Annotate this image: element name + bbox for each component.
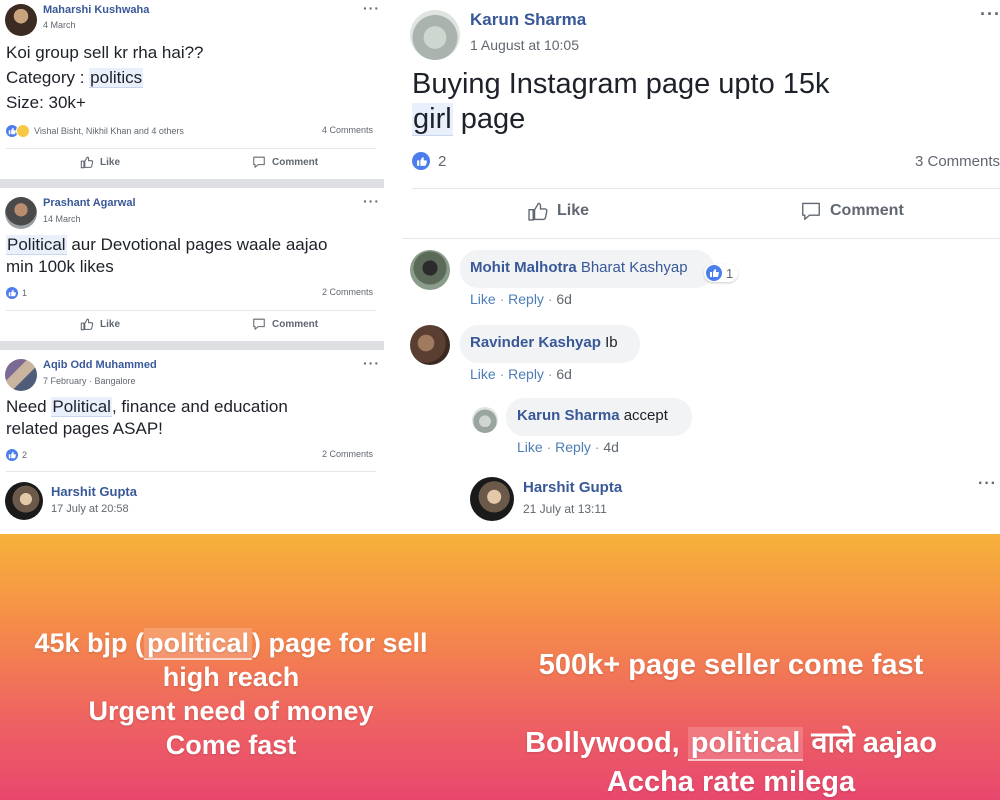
comment-text: Bharat Kashyap xyxy=(580,259,688,276)
comments-count[interactable]: 3 Comments xyxy=(915,153,1000,170)
reactions-summary[interactable]: 1 xyxy=(6,287,27,299)
avatar[interactable] xyxy=(410,250,450,290)
post-author[interactable]: Karun Sharma xyxy=(470,10,586,30)
post-date[interactable]: 14 March xyxy=(43,214,81,224)
left-feed-panel: Maharshi Kushwaha 4 March ··· Koi group … xyxy=(0,0,384,534)
like-reaction-icon xyxy=(706,265,722,281)
comments-count[interactable]: 4 Comments xyxy=(322,125,373,135)
post-text: Buying Instagram page upto 15k girl page xyxy=(412,68,830,136)
reaction-count: 1 xyxy=(726,265,734,281)
post-date[interactable]: 21 July at 13:11 xyxy=(523,502,607,516)
comment-like-link[interactable]: Like xyxy=(470,366,496,382)
post-author[interactable]: Aqib Odd Muhammed xyxy=(43,359,157,371)
left-promo-story: 45k bjp (political) page for sell high r… xyxy=(0,534,462,800)
reactions-summary[interactable]: 2 xyxy=(6,449,27,461)
divider xyxy=(6,310,376,311)
comment-time[interactable]: 6d xyxy=(556,291,572,307)
promo-text: 500k+ page seller come fast Bollywood, p… xyxy=(525,649,937,798)
thumbs-up-icon xyxy=(80,156,94,169)
post-text: Political aur Devotional pages waale aaj… xyxy=(6,235,328,276)
divider xyxy=(412,188,1000,189)
reactions-summary[interactable]: 2 xyxy=(412,152,446,170)
like-reaction-icon xyxy=(412,152,430,170)
avatar[interactable] xyxy=(5,359,37,391)
reactions-count: 2 xyxy=(22,450,28,460)
reactions-count: 2 xyxy=(438,152,447,170)
post-date[interactable]: 4 March xyxy=(43,20,76,30)
more-options-icon[interactable]: ··· xyxy=(978,475,997,493)
post-separator xyxy=(0,179,384,188)
comment-content: Karun Sharma accept xyxy=(517,407,668,424)
haha-reaction-icon xyxy=(16,124,30,138)
post-author[interactable]: Harshit Gupta xyxy=(523,479,622,496)
promo-text: 45k bjp (political) page for sell high r… xyxy=(34,628,428,760)
comment-like-link[interactable]: Like xyxy=(517,439,543,455)
thumbs-up-icon xyxy=(80,318,94,331)
reactions-names: Vishal Bisht, Nikhil Khan and 4 others xyxy=(34,126,184,136)
post-date[interactable]: 17 July at 20:58 xyxy=(51,503,129,515)
comment-like-link[interactable]: Like xyxy=(470,291,496,307)
post-text: Koi group sell kr rha hai?? Category : p… xyxy=(6,43,204,112)
avatar[interactable] xyxy=(470,477,514,521)
avatar[interactable] xyxy=(472,407,498,433)
reactions-count: 1 xyxy=(22,288,28,298)
comment-content: Ravinder Kashyap Ib xyxy=(470,334,618,351)
post-text: Need Political, finance and education re… xyxy=(6,397,288,438)
like-button[interactable]: Like xyxy=(80,317,120,331)
right-promo-story: 500k+ page seller come fast Bollywood, p… xyxy=(462,534,1000,800)
comment-icon xyxy=(802,202,820,220)
comments-count[interactable]: 2 Comments xyxy=(322,287,373,297)
divider xyxy=(6,148,376,149)
avatar[interactable] xyxy=(5,482,43,520)
divider xyxy=(6,471,376,472)
avatar[interactable] xyxy=(410,325,450,365)
like-button[interactable]: Like xyxy=(527,200,589,222)
comment-icon xyxy=(253,156,265,168)
more-options-icon[interactable]: ··· xyxy=(363,0,380,16)
comment-time[interactable]: 6d xyxy=(556,366,572,382)
comment-content: Mohit Malhotra Bharat Kashyap xyxy=(470,259,688,276)
comment-author[interactable]: Mohit Malhotra xyxy=(470,259,577,276)
comment-author[interactable]: Ravinder Kashyap xyxy=(470,334,601,351)
comment-reply-link[interactable]: Reply xyxy=(508,366,544,382)
left-harshit-header: Harshit Gupta 17 July at 20:58 ··· xyxy=(0,474,460,534)
comment-text: Ib xyxy=(605,334,618,351)
more-options-icon[interactable]: ··· xyxy=(363,193,380,209)
post-date[interactable]: 7 February · Bangalore xyxy=(43,376,136,386)
comment-reply-link[interactable]: Reply xyxy=(508,291,544,307)
avatar[interactable] xyxy=(5,197,37,229)
post-date[interactable]: 1 August at 10:05 xyxy=(470,37,579,53)
post-separator xyxy=(0,341,384,350)
reactions-summary[interactable]: Vishal Bisht, Nikhil Khan and 4 others xyxy=(6,124,184,138)
post-author[interactable]: Harshit Gupta xyxy=(51,484,137,499)
comment-text: accept xyxy=(623,407,668,424)
comment-reaction[interactable]: 1 xyxy=(704,264,739,282)
comment-time[interactable]: 4d xyxy=(603,439,619,455)
like-reaction-icon xyxy=(6,449,18,461)
like-button[interactable]: Like xyxy=(80,155,120,169)
comment-actions: Like · Reply · 6d xyxy=(470,291,572,307)
avatar[interactable] xyxy=(5,4,37,36)
comment-icon xyxy=(253,318,265,330)
comment-author[interactable]: Karun Sharma xyxy=(517,407,620,424)
comment-actions: Like · Reply · 4d xyxy=(517,439,619,455)
divider xyxy=(402,238,1000,239)
more-options-icon[interactable]: ··· xyxy=(363,355,380,371)
avatar[interactable] xyxy=(410,10,460,60)
comment-actions: Like · Reply · 6d xyxy=(470,366,572,382)
comment-button[interactable]: Comment xyxy=(252,317,318,331)
more-options-icon[interactable]: ··· xyxy=(980,4,1000,25)
thumbs-up-icon xyxy=(528,202,548,221)
post-author[interactable]: Prashant Agarwal xyxy=(43,197,136,209)
like-reaction-icon xyxy=(6,287,18,299)
comment-button[interactable]: Comment xyxy=(252,155,318,169)
comments-count[interactable]: 2 Comments xyxy=(322,449,373,459)
comment-button[interactable]: Comment xyxy=(800,200,904,222)
post-author[interactable]: Maharshi Kushwaha xyxy=(43,4,149,16)
right-feed-panel: Karun Sharma 1 August at 10:05 ··· Buyin… xyxy=(402,0,1000,534)
comment-reply-link[interactable]: Reply xyxy=(555,439,591,455)
